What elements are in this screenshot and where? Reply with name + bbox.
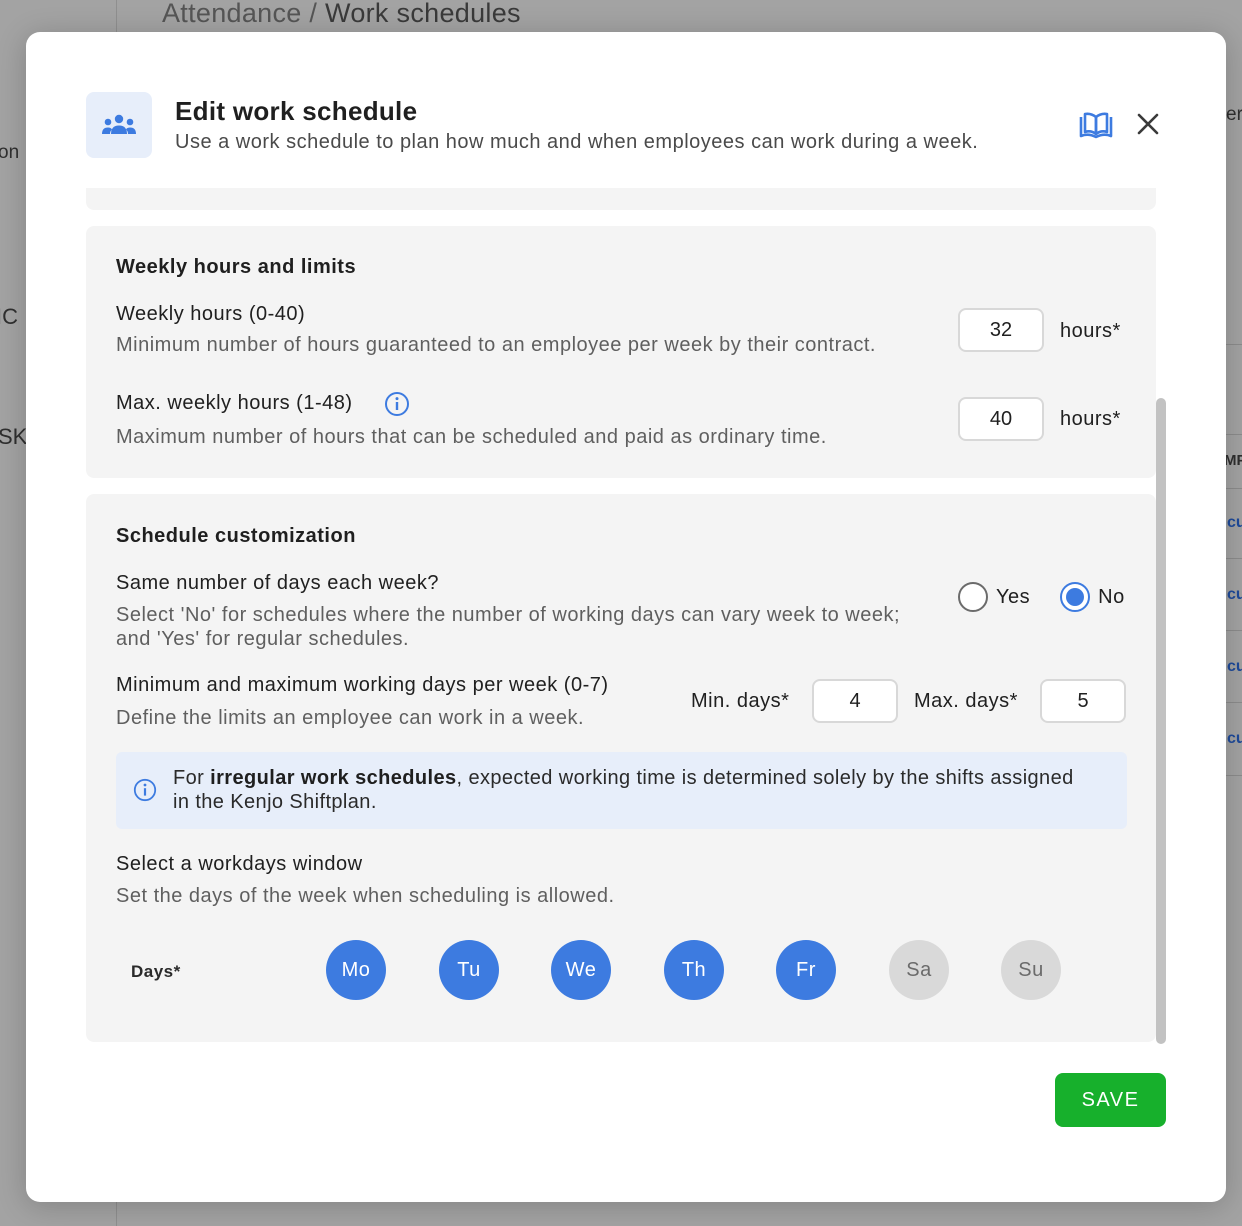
bg-text-fragment: er xyxy=(1226,104,1242,125)
modal-scroll-region[interactable]: Weekly hours and limits Weekly hours (0-… xyxy=(86,188,1172,1044)
weekly-hours-card: Weekly hours and limits Weekly hours (0-… xyxy=(86,226,1156,478)
same-days-label: Same number of days each week? xyxy=(116,572,439,594)
info-icon[interactable] xyxy=(384,391,410,417)
day-toggle-th[interactable]: Th xyxy=(664,940,724,1000)
modal-header: Edit work schedule Use a work schedule t… xyxy=(86,92,1176,158)
max-days-input[interactable] xyxy=(1040,679,1126,723)
weekly-hours-label: Weekly hours (0-40) xyxy=(116,303,306,325)
radio-selected-dot xyxy=(1066,588,1085,606)
minmax-days-help: Define the limits an employee can work i… xyxy=(116,707,585,729)
info-banner-prefix: For xyxy=(173,767,211,789)
weekly-hours-help: Minimum number of hours guaranteed to an… xyxy=(116,334,876,356)
scrollbar[interactable] xyxy=(1156,398,1166,1044)
bg-row-divider xyxy=(1226,488,1242,489)
radio-yes-label: Yes xyxy=(996,585,1031,608)
info-banner-bold: irregular work schedules xyxy=(210,767,457,789)
bg-text-fragment: MP xyxy=(1224,452,1242,469)
bg-link-fragment: cu xyxy=(1227,730,1242,747)
weekly-hours-input[interactable] xyxy=(958,308,1044,352)
modal-title: Edit work schedule xyxy=(175,96,418,126)
max-days-label: Max. days* xyxy=(914,690,1018,712)
bg-text-fragment: SK xyxy=(0,424,28,449)
bg-row-divider xyxy=(1226,558,1242,559)
day-toggle-su[interactable]: Su xyxy=(1001,940,1061,1000)
bg-row-divider xyxy=(1226,775,1242,776)
section-title-customization: Schedule customization xyxy=(116,525,356,547)
info-icon xyxy=(133,778,157,802)
min-days-label: Min. days* xyxy=(691,690,790,712)
schedule-customization-card: Schedule customization Same number of da… xyxy=(86,494,1156,1042)
radio-yes-circle[interactable] xyxy=(958,582,988,612)
day-toggle-sa[interactable]: Sa xyxy=(889,940,949,1000)
day-toggle-we[interactable]: We xyxy=(551,940,611,1000)
min-days-input[interactable] xyxy=(812,679,898,723)
radio-no[interactable]: No xyxy=(1060,582,1125,612)
workdays-window-help: Set the days of the week when scheduling… xyxy=(116,885,615,907)
close-icon xyxy=(1137,113,1159,135)
max-weekly-hours-unit: hours* xyxy=(1060,408,1121,430)
minmax-days-label: Minimum and maximum working days per wee… xyxy=(116,674,609,696)
bg-text-fragment: on xyxy=(0,142,20,163)
day-toggle-fr[interactable]: Fr xyxy=(776,940,836,1000)
weekly-hours-unit: hours* xyxy=(1060,320,1121,342)
bg-link-fragment: cu xyxy=(1227,514,1242,531)
max-weekly-hours-help: Maximum number of hours that can be sche… xyxy=(116,426,827,448)
info-banner-text: For irregular work schedules, expected w… xyxy=(173,766,1093,814)
modal-subtitle: Use a work schedule to plan how much and… xyxy=(175,131,979,153)
max-weekly-hours-label: Max. weekly hours (1-48) xyxy=(116,392,353,414)
open-book-icon xyxy=(1079,112,1113,139)
bg-breadcrumb: Attendance / Work schedules xyxy=(162,0,521,29)
bg-row-divider xyxy=(1226,630,1242,631)
guide-button[interactable] xyxy=(1076,108,1116,144)
radio-yes[interactable]: Yes xyxy=(958,582,1030,612)
bg-text-fragment: IC xyxy=(0,304,18,329)
day-toggle-tu[interactable]: Tu xyxy=(439,940,499,1000)
bg-row-divider xyxy=(1226,344,1242,345)
bg-link-fragment: cu xyxy=(1227,586,1242,603)
bg-link-fragment: cu xyxy=(1227,658,1242,675)
same-days-help: Select 'No' for schedules where the numb… xyxy=(116,604,901,650)
same-days-radio-group: Yes No xyxy=(958,582,1125,612)
irregular-schedule-info-banner: For irregular work schedules, expected w… xyxy=(116,752,1127,829)
radio-no-label: No xyxy=(1098,585,1125,608)
people-group-icon xyxy=(86,92,152,158)
bg-row-divider xyxy=(1226,702,1242,703)
section-title-weekly: Weekly hours and limits xyxy=(116,256,357,278)
bg-breadcrumb-current: Work schedules xyxy=(325,0,521,28)
close-button[interactable] xyxy=(1132,108,1164,140)
workdays-window-label: Select a workdays window xyxy=(116,853,363,875)
edit-work-schedule-modal: Edit work schedule Use a work schedule t… xyxy=(26,32,1226,1202)
previous-card-bottom xyxy=(86,188,1156,210)
day-toggle-mo[interactable]: Mo xyxy=(326,940,386,1000)
bg-row-divider xyxy=(1226,434,1242,435)
save-button[interactable]: SAVE xyxy=(1055,1073,1166,1127)
bg-breadcrumb-parent: Attendance / xyxy=(162,0,318,28)
radio-no-circle[interactable] xyxy=(1060,582,1091,612)
max-weekly-hours-input[interactable] xyxy=(958,397,1044,441)
days-label: Days* xyxy=(131,962,181,981)
